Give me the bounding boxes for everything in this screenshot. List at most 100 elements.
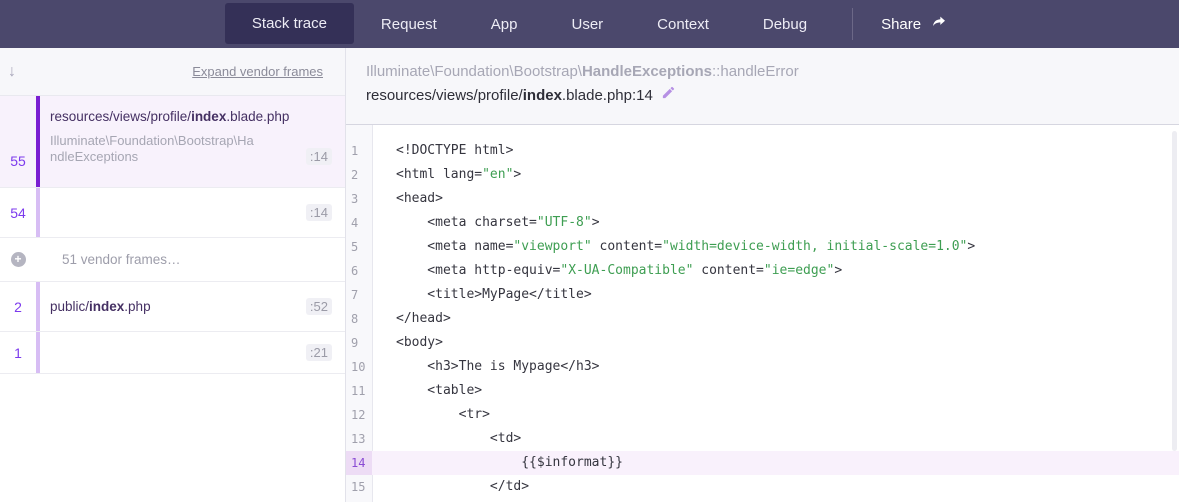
frame-file-path: resources/views/profile/index.blade.php:…: [366, 83, 1179, 109]
next-frame-arrow-icon[interactable]: ↓: [8, 63, 16, 81]
tab-request[interactable]: Request: [354, 0, 464, 48]
frame-content: 51 vendor frames…: [40, 238, 345, 281]
frame-file-path-text: resources/views/profile/index.blade.php:…: [366, 83, 653, 109]
code-text: <meta charset="UTF-8">: [372, 211, 1179, 235]
vendor-frames-row[interactable]: +51 vendor frames…: [0, 238, 345, 282]
code-scrollbar[interactable]: [1172, 131, 1177, 451]
vendor-frames-label: 51 vendor frames…: [50, 252, 181, 267]
frame-line-badge: :14: [306, 148, 332, 165]
line-number: 3: [346, 187, 372, 211]
code-lines: 1<!DOCTYPE html>2<html lang="en">3<head>…: [346, 139, 1179, 499]
frame-file-path: resources/views/profile/index.blade.php: [50, 109, 345, 124]
expand-vendor-frames-link[interactable]: Expand vendor frames: [192, 64, 323, 79]
code-line: 13 <td>: [346, 427, 1179, 451]
expand-plus-icon[interactable]: +: [11, 252, 26, 267]
share-button-label: Share: [881, 16, 921, 33]
top-navigation: Stack traceRequestAppUserContextDebug Sh…: [0, 0, 1179, 48]
code-line: 12 <tr>: [346, 403, 1179, 427]
frame-line-badge: :52: [306, 298, 332, 315]
code-text: <!DOCTYPE html>: [372, 139, 1179, 163]
frames-list: 55 resources/views/profile/index.blade.ph…: [0, 96, 345, 374]
frame-gutter: 55: [0, 96, 36, 187]
line-number: 5: [346, 235, 372, 259]
tab-app[interactable]: App: [464, 0, 545, 48]
tab-user[interactable]: User: [545, 0, 631, 48]
code-text: <meta http-equiv="X-UA-Compatible" conte…: [372, 259, 1179, 283]
code-text: <td>: [372, 427, 1179, 451]
code-snippet-viewer: 1<!DOCTYPE html>2<html lang="en">3<head>…: [346, 125, 1179, 502]
frame-content: resources/views/profile/index.blade.php I…: [40, 96, 345, 187]
code-text: <html lang="en">: [372, 163, 1179, 187]
frame-row[interactable]: 54 :14: [0, 188, 345, 238]
code-line: 11 <table>: [346, 379, 1179, 403]
frame-gutter: +: [0, 238, 36, 281]
code-text: </td>: [372, 475, 1179, 499]
frame-row[interactable]: 1 :21: [0, 332, 345, 374]
line-number: 2: [346, 163, 372, 187]
line-number: 8: [346, 307, 372, 331]
line-number: 15: [346, 475, 372, 499]
code-line: 2<html lang="en">: [346, 163, 1179, 187]
highlighted-code-line: 14 {{$informat}}: [346, 451, 1179, 475]
code-line: 6 <meta http-equiv="X-UA-Compatible" con…: [346, 259, 1179, 283]
code-text: <title>MyPage</title>: [372, 283, 1179, 307]
code-text: <meta name="viewport" content="width=dev…: [372, 235, 1179, 259]
tab-debug[interactable]: Debug: [736, 0, 834, 48]
frame-content: :21: [40, 332, 345, 373]
frame-line-badge: :21: [306, 344, 332, 361]
line-number: 14: [346, 451, 372, 475]
line-number: 11: [346, 379, 372, 403]
frame-class-method: Illuminate\Foundation\Bootstrap\HandleEx…: [366, 61, 1179, 83]
frame-gutter: 2: [0, 282, 36, 331]
frame-gutter: 1: [0, 332, 36, 373]
code-line: 5 <meta name="viewport" content="width=d…: [346, 235, 1179, 259]
line-number: 7: [346, 283, 372, 307]
sidebar-header: ↑ ↓ Expand vendor frames: [0, 48, 345, 96]
line-number: 1: [346, 139, 372, 163]
frame-number: 2: [14, 299, 22, 315]
code-line: 7 <title>MyPage</title>: [346, 283, 1179, 307]
share-button[interactable]: Share: [875, 0, 954, 48]
frame-content: :14: [40, 188, 345, 237]
share-arrow-icon: [930, 14, 948, 34]
code-line: 15 </td>: [346, 475, 1179, 499]
frame-number: 55: [10, 153, 26, 169]
line-number: 12: [346, 403, 372, 427]
frame-detail-header: Illuminate\Foundation\Bootstrap\HandleEx…: [346, 48, 1179, 125]
code-line: 3<head>: [346, 187, 1179, 211]
frame-line-badge: :14: [306, 204, 332, 221]
frame-gutter: 54: [0, 188, 36, 237]
code-line: 4 <meta charset="UTF-8">: [346, 211, 1179, 235]
code-line: 8</head>: [346, 307, 1179, 331]
code-text: <head>: [372, 187, 1179, 211]
nav-tabs: Stack traceRequestAppUserContextDebug: [225, 0, 834, 48]
tab-stack-trace[interactable]: Stack trace: [225, 3, 354, 44]
frame-row[interactable]: 2 public/index.php :52: [0, 282, 345, 332]
previous-frame-arrow-icon[interactable]: ↑: [0, 63, 1, 81]
nav-divider: [852, 8, 853, 40]
code-text: {{$informat}}: [372, 451, 1179, 475]
code-line: 9<body>: [346, 331, 1179, 355]
frame-file-path: public/index.php: [50, 299, 151, 314]
line-number: 6: [346, 259, 372, 283]
frame-class-name: Illuminate\Foundation\Bootstrap\HandleEx…: [50, 133, 256, 165]
code-text: </head>: [372, 307, 1179, 331]
line-number: 13: [346, 427, 372, 451]
tab-context[interactable]: Context: [630, 0, 736, 48]
code-text: <table>: [372, 379, 1179, 403]
line-number: 9: [346, 331, 372, 355]
line-number: 10: [346, 355, 372, 379]
code-line: 10 <h3>The is Mypage</h3>: [346, 355, 1179, 379]
frame-detail-panel: Illuminate\Foundation\Bootstrap\HandleEx…: [346, 48, 1179, 502]
frame-row[interactable]: 55 resources/views/profile/index.blade.ph…: [0, 96, 345, 188]
main-content: ↑ ↓ Expand vendor frames 55 resources/vie…: [0, 48, 1179, 502]
code-text: <h3>The is Mypage</h3>: [372, 355, 1179, 379]
frame-number: 54: [10, 205, 26, 221]
code-line: 1<!DOCTYPE html>: [346, 139, 1179, 163]
frame-content: public/index.php :52: [40, 282, 345, 331]
code-text: <tr>: [372, 403, 1179, 427]
frame-number: 1: [14, 345, 22, 361]
edit-pencil-icon[interactable]: [661, 83, 676, 109]
stack-frames-sidebar: ↑ ↓ Expand vendor frames 55 resources/vie…: [0, 48, 346, 502]
line-number: 4: [346, 211, 372, 235]
